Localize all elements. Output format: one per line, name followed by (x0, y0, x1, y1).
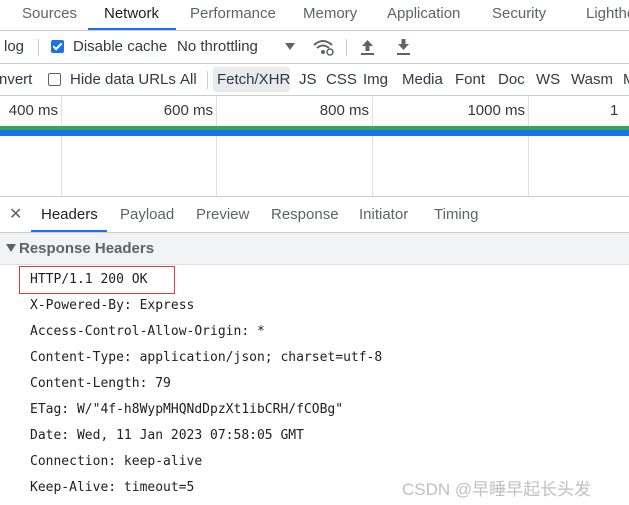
timeline-gridline (528, 96, 529, 196)
tab-initiator[interactable]: Initiator (359, 197, 408, 232)
header-line: Keep-Alive: timeout=5 (30, 480, 195, 495)
header-line: X-Powered-By: Express (30, 298, 195, 313)
filter-manifest[interactable]: M (623, 64, 629, 95)
filter-media[interactable]: Media (402, 64, 443, 95)
filter-img[interactable]: Img (363, 64, 388, 95)
filter-bar: nvert Hide data URLs All Fetch/XHR JS CS… (0, 64, 629, 96)
tab-lighthouse[interactable]: Lighthe (586, 0, 629, 30)
filter-css[interactable]: CSS (326, 64, 357, 95)
header-line: Date: Wed, 11 Jan 2023 07:58:05 GMT (30, 428, 304, 443)
header-line: Access-Control-Allow-Origin: * (30, 324, 265, 339)
response-headers-section-header[interactable]: Response Headers (0, 233, 629, 265)
active-tab-indicator (88, 28, 176, 30)
filter-doc[interactable]: Doc (498, 64, 525, 95)
chevron-down-icon[interactable] (285, 43, 295, 51)
timeline-tick-label: 600 ms (163, 102, 213, 119)
filter-js[interactable]: JS (299, 64, 317, 95)
preserve-log-label[interactable]: log (4, 31, 24, 63)
filter-font[interactable]: Font (455, 64, 485, 95)
tab-application[interactable]: Application (387, 0, 460, 30)
toolbar-divider (346, 39, 347, 56)
section-title: Response Headers (19, 240, 155, 257)
tab-memory[interactable]: Memory (303, 0, 357, 30)
hide-data-urls-checkbox[interactable] (48, 73, 61, 86)
devtools-tab-bar: Sources Network Performance Memory Appli… (0, 0, 629, 31)
toolbar-divider (38, 39, 39, 56)
timeline-tick-label: 400 ms (8, 102, 58, 119)
tab-headers[interactable]: Headers (41, 197, 98, 232)
tab-preview[interactable]: Preview (196, 197, 249, 232)
timeline-bar-download (0, 130, 629, 136)
filter-ws[interactable]: WS (536, 64, 560, 95)
throttling-select[interactable]: No throttling (177, 31, 258, 63)
filter-all[interactable]: All (180, 64, 197, 95)
header-line: Content-Length: 79 (30, 376, 171, 391)
timeline-gridline (61, 96, 62, 196)
network-toolbar: log Disable cache No throttling (0, 31, 629, 64)
timeline-tick-label: 1000 ms (467, 102, 525, 119)
tab-performance[interactable]: Performance (190, 0, 276, 30)
expand-triangle-icon[interactable] (6, 244, 16, 252)
timeline-tick-label: 1 (610, 102, 619, 119)
timeline-tick-label: 800 ms (319, 102, 369, 119)
timeline-gridline (372, 96, 373, 196)
filter-wasm[interactable]: Wasm (571, 64, 613, 95)
header-line: ETag: W/"4f-h8WypMHQNdDpzXt1ibCRH/fCOBg" (30, 402, 344, 417)
header-line: Connection: keep-alive (30, 454, 203, 469)
invert-label[interactable]: nvert (0, 64, 32, 95)
header-line: Content-Type: application/json; charset=… (30, 350, 383, 365)
request-detail-tabs: ✕ Headers Payload Preview Response Initi… (0, 196, 629, 233)
status-line: HTTP/1.1 200 OK (30, 272, 148, 287)
active-tab-indicator (31, 230, 107, 232)
tab-response[interactable]: Response (271, 197, 339, 232)
timeline-gridline (216, 96, 217, 196)
tab-timing[interactable]: Timing (434, 197, 478, 232)
tab-payload[interactable]: Payload (120, 197, 174, 232)
timeline-overview[interactable]: 400 ms 600 ms 800 ms 1000 ms 1 (0, 96, 629, 196)
filter-fetch-xhr[interactable]: Fetch/XHR (217, 64, 290, 95)
close-icon[interactable]: ✕ (9, 197, 22, 232)
filter-divider (207, 71, 208, 89)
export-har-icon[interactable] (396, 39, 411, 55)
disable-cache-checkbox[interactable] (51, 40, 64, 53)
tab-network[interactable]: Network (104, 0, 159, 30)
hide-data-urls-label[interactable]: Hide data URLs (70, 64, 176, 95)
tab-sources[interactable]: Sources (22, 0, 77, 30)
network-conditions-icon[interactable] (312, 38, 334, 56)
disable-cache-label[interactable]: Disable cache (73, 31, 167, 63)
tab-security[interactable]: Security (492, 0, 546, 30)
watermark: CSDN @早睡早起长头发 (402, 480, 592, 499)
import-har-icon[interactable] (360, 39, 375, 55)
